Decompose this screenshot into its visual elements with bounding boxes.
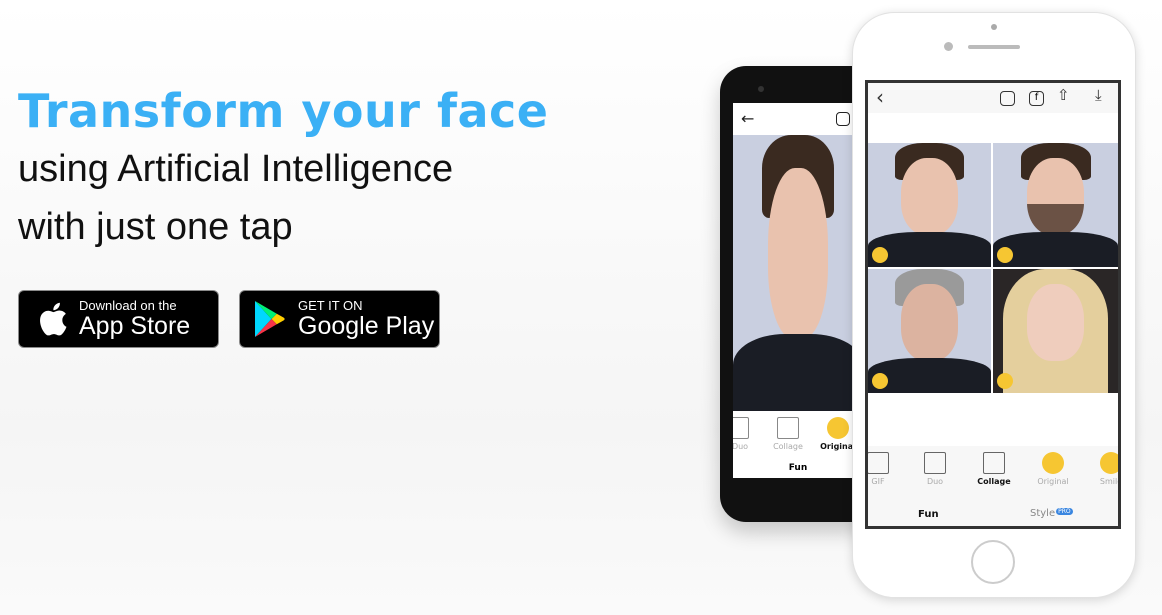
tab-bar: Fun Style PRO (868, 501, 1118, 526)
iphone-sensor (944, 42, 953, 51)
back-chevron-icon[interactable]: ‹ (876, 85, 884, 109)
tool-duo[interactable]: Duo (733, 411, 765, 451)
gif-play-icon (868, 452, 889, 474)
tool-label: Duo (926, 477, 944, 486)
headline: Transform your face (18, 84, 549, 138)
neutral-face-icon (827, 417, 849, 439)
tool-gif[interactable]: GIF (868, 446, 903, 486)
tool-bar: GIF Duo Collage Original Smile (868, 446, 1118, 501)
smile-emoji-icon (872, 247, 888, 263)
iphone-speaker (968, 45, 1020, 49)
tool-label: Smile (1099, 477, 1121, 486)
google-play-big-text: Google Play (298, 311, 435, 340)
google-play-button[interactable]: GET IT ON Google Play (239, 290, 440, 348)
home-button[interactable] (971, 540, 1015, 584)
tab-style[interactable]: Style PRO (1030, 508, 1073, 519)
duo-icon (924, 452, 946, 474)
old-emoji-icon (872, 373, 888, 389)
app-store-button[interactable]: Download on the App Store (18, 290, 219, 348)
app-store-big-text: App Store (79, 311, 191, 340)
face-photo (733, 135, 863, 411)
face-beard (993, 143, 1118, 267)
google-play-icon (255, 301, 285, 337)
tool-label: Original (1037, 477, 1069, 486)
tab-fun[interactable]: Fun (918, 509, 939, 520)
subheadline-2: with just one tap (18, 206, 293, 248)
face-old (868, 269, 991, 393)
tool-original[interactable]: Original (1028, 446, 1078, 486)
share-icon[interactable]: ⇧ (1057, 86, 1070, 104)
instagram-icon[interactable] (836, 112, 850, 126)
instagram-icon[interactable] (1000, 91, 1015, 106)
facebook-icon[interactable]: f (1029, 91, 1044, 106)
tool-collage[interactable]: Collage (969, 446, 1019, 486)
face-female (993, 269, 1118, 393)
pro-badge: PRO (1056, 508, 1073, 515)
tab-fun[interactable]: Fun (733, 463, 863, 473)
app-store-small-text: Download on the (79, 297, 177, 313)
tool-label: GIF (871, 477, 885, 486)
sun-emoji-icon (997, 247, 1013, 263)
tool-label: Collage (977, 477, 1011, 486)
woman-emoji-icon (997, 373, 1013, 389)
apple-icon (40, 302, 67, 336)
back-arrow-icon[interactable]: ← (741, 109, 754, 128)
tool-label: Original (820, 442, 856, 451)
collage-icon (777, 417, 799, 439)
subheadline-1: using Artificial Intelligence (18, 148, 454, 190)
tool-duo[interactable]: Duo (910, 446, 960, 486)
tool-collage[interactable]: Collage (763, 411, 813, 451)
android-camera (758, 86, 764, 92)
top-bar: ‹ f ⇧ ⤓ (868, 83, 1118, 113)
duo-icon (733, 417, 749, 439)
neutral-face-icon (1042, 452, 1064, 474)
smile-face-icon (1100, 452, 1118, 474)
android-toolbar: Duo Collage Original (733, 411, 863, 461)
download-icon[interactable]: ⤓ (1095, 86, 1102, 104)
collage-icon (983, 452, 1005, 474)
tool-smile[interactable]: Smile (1086, 446, 1121, 486)
tab-style-label: Style (1030, 508, 1056, 519)
tool-label: Collage (773, 442, 803, 451)
iphone-camera (991, 24, 997, 30)
iphone-screen: ‹ f ⇧ ⤓ GIF Duo Collage Original Smile F… (865, 80, 1121, 529)
google-play-small-text: GET IT ON (298, 297, 363, 313)
face-smile (868, 143, 991, 267)
tool-label: Duo (733, 442, 749, 451)
android-screen: ← Duo Collage Original Fun (733, 103, 863, 478)
